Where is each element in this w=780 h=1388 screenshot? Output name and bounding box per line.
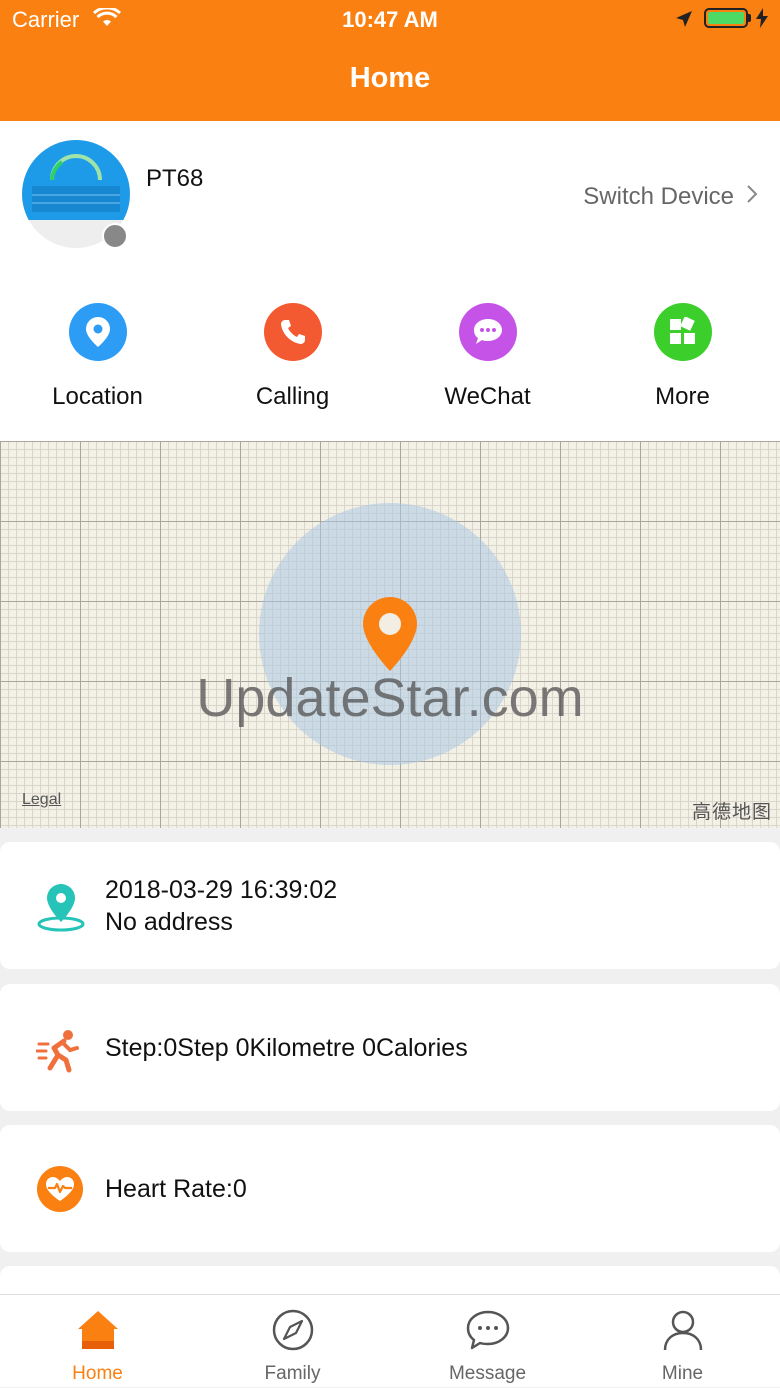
map-provider-logo: 高德地图 — [691, 802, 772, 823]
device-status-dot — [102, 223, 128, 249]
quick-action-calling[interactable]: Calling — [195, 303, 390, 421]
tab-label: Message — [448, 1363, 527, 1384]
status-time: 10:47 AM — [342, 7, 438, 32]
home-icon — [77, 1311, 118, 1349]
charging-icon — [756, 8, 768, 33]
chat-bubble-icon — [458, 303, 517, 361]
phone-icon — [263, 303, 322, 361]
heart-rate-value: Heart Rate:0 — [105, 1175, 247, 1203]
quick-action-label: Calling — [255, 383, 330, 410]
message-icon — [466, 1310, 509, 1350]
device-panel: PT68 Switch Device Location Calling WeCh… — [0, 121, 780, 441]
tab-label: Family — [264, 1363, 321, 1384]
battery-icon — [704, 8, 748, 28]
person-icon — [663, 1310, 702, 1351]
watermark-text: UpdateStar.com — [196, 668, 584, 728]
steps-card[interactable]: Step:0Step 0Kilometre 0Calories — [0, 984, 780, 1111]
quick-action-label: Location — [52, 383, 143, 410]
location-address: No address — [105, 908, 233, 936]
battery-cap — [748, 14, 751, 22]
header: Carrier 10:47 AM Home — [0, 0, 780, 121]
tab-home[interactable]: Home — [0, 1295, 195, 1388]
switch-device-button[interactable]: Switch Device — [583, 183, 758, 211]
tab-bar: Home Family Message Mine — [0, 1294, 780, 1387]
location-pin-icon — [68, 303, 127, 361]
tab-label: Home — [72, 1363, 123, 1384]
quick-action-label: More — [655, 383, 710, 410]
location-timestamp: 2018-03-29 16:39:02 — [105, 876, 338, 904]
running-icon — [35, 1028, 82, 1079]
steps-summary: Step:0Step 0Kilometre 0Calories — [105, 1034, 468, 1062]
tab-mine[interactable]: Mine — [585, 1295, 780, 1388]
tab-label: Mine — [661, 1363, 704, 1384]
map-pin-icon[interactable] — [360, 595, 420, 678]
switch-device-label: Switch Device — [583, 183, 734, 210]
quick-action-location[interactable]: Location — [0, 303, 195, 421]
page-title: Home — [349, 62, 431, 94]
heart-rate-card[interactable]: Heart Rate:0 — [0, 1125, 780, 1252]
heart-rate-icon — [36, 1165, 84, 1218]
tab-family[interactable]: Family — [195, 1295, 390, 1388]
status-bar: Carrier 10:47 AM — [0, 0, 780, 40]
chevron-right-icon — [746, 183, 758, 211]
avatar-watch-screen — [22, 140, 130, 220]
quick-action-more[interactable]: More — [585, 303, 780, 421]
legal-link[interactable]: Legal — [22, 791, 61, 809]
location-card[interactable]: 2018-03-29 16:39:02 No address — [0, 842, 780, 969]
compass-icon — [272, 1309, 313, 1351]
grid-icon — [653, 303, 712, 361]
location-services-icon — [674, 9, 694, 34]
device-name: PT68 — [146, 165, 204, 192]
tab-message[interactable]: Message — [390, 1295, 585, 1388]
quick-action-label: WeChat — [444, 383, 531, 410]
quick-action-wechat[interactable]: WeChat — [390, 303, 585, 421]
map-marker-icon — [36, 882, 86, 937]
map-view[interactable]: UpdateStar.com Legal 高德地图 — [0, 441, 780, 828]
